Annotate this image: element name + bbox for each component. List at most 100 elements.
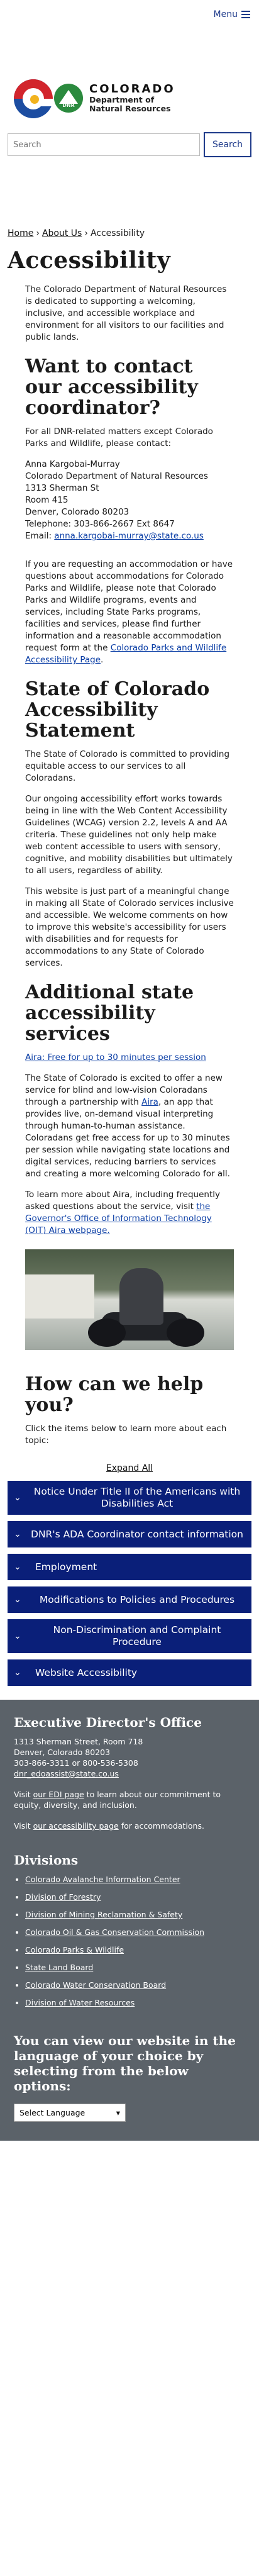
contact-name: Anna Kargobai-Murray (25, 459, 120, 469)
accordion-label: Non-Discrimination and Complaint Procedu… (53, 1624, 221, 1648)
contact-org: Colorado Department of Natural Resources (25, 471, 208, 481)
accordion-item-title-ii[interactable]: ⌄ Notice Under Title II of the Americans… (8, 1481, 251, 1515)
parks-end: . (101, 655, 104, 665)
division-link-mining[interactable]: Division of Mining Reclamation & Safety (25, 1910, 182, 1919)
additional-section: Aira: Free for up to 30 minutes per sess… (0, 1052, 259, 1237)
acc-post: for accommodations. (118, 1821, 204, 1831)
footer-edi-link[interactable]: our EDI page (33, 1790, 84, 1799)
search-button[interactable]: Search (204, 132, 251, 157)
language-select-value: Select Language (19, 2108, 85, 2117)
contact-phone: Telephone: 303-866-2667 Ext 8647 (25, 519, 175, 529)
contact-city: Denver, Colorado 80203 (25, 507, 130, 517)
statement-section: The State of Colorado is committed to pr… (0, 749, 259, 969)
chevron-down-icon: ▾ (116, 2108, 120, 2117)
contact-email-line: Email: anna.kargobai-murray@state.co.us (25, 530, 234, 542)
brand-dept-line2: Natural Resources (89, 103, 171, 113)
accordion: ⌄ Notice Under Title II of the Americans… (8, 1481, 251, 1686)
footer-edi-paragraph: Visit our EDI page to learn about our co… (14, 1789, 245, 1810)
statement-p2: Our ongoing accessibility effort works t… (25, 794, 233, 876)
search-input[interactable] (8, 133, 200, 156)
list-item: Division of Water Resources (25, 1997, 245, 2008)
parks-text: If you are requesting an accommodation o… (25, 559, 233, 653)
top-bar: Menu (0, 0, 259, 29)
footer-phones: 303-866-3311 or 800-536-5308 (14, 1758, 138, 1768)
language-select[interactable]: Select Language ▾ (14, 2104, 126, 2122)
breadcrumb-current: Accessibility (90, 228, 145, 238)
list-item: Colorado Oil & Gas Conservation Commissi… (25, 1927, 245, 1938)
breadcrumb-separator: › (36, 228, 40, 238)
chevron-down-icon: ⌄ (14, 1595, 21, 1605)
contact-section: For all DNR-related matters except Color… (0, 426, 259, 666)
aira-text-b: , an app that provides live, on-demand v… (25, 1097, 230, 1179)
breadcrumb: Home › About Us › Accessibility (0, 228, 259, 238)
oit-paragraph: To learn more about Aira, including freq… (25, 1189, 234, 1237)
help-lead: Click the items below to learn more abou… (25, 1424, 227, 1446)
accordion-label: Notice Under Title II of the Americans w… (33, 1486, 241, 1509)
wheelchair-photo (25, 1249, 234, 1350)
divisions-list: Colorado Avalanche Information Center Di… (14, 1874, 245, 2008)
list-item: Division of Mining Reclamation & Safety (25, 1909, 245, 1920)
footer-email-link[interactable]: dnr_edoassist@state.co.us (14, 1769, 119, 1778)
accordion-label: Employment (35, 1561, 97, 1573)
accordion-item-ada-coordinator[interactable]: ⌄ DNR's ADA Coordinator contact informat… (8, 1521, 251, 1547)
colorado-c-logo-icon (14, 76, 58, 120)
list-item: Division of Forestry (25, 1892, 245, 1902)
chevron-down-icon: ⌄ (14, 1529, 21, 1539)
chevron-down-icon: ⌄ (14, 1493, 21, 1503)
accordion-label: Website Accessibility (35, 1666, 138, 1678)
division-link-avalanche[interactable]: Colorado Avalanche Information Center (25, 1875, 180, 1884)
breadcrumb-home[interactable]: Home (8, 228, 33, 238)
intro-paragraph: The Colorado Department of Natural Resou… (25, 284, 227, 342)
help-heading: How can we help you? (25, 1373, 204, 1416)
contact-room: Room 415 (25, 495, 69, 505)
brand-text: COLORADO Department of Natural Resources (89, 83, 175, 113)
footer-accessibility-paragraph: Visit our accessibility page for accommo… (14, 1820, 245, 1831)
list-item: Colorado Water Conservation Board (25, 1980, 245, 1990)
aira-inline-link[interactable]: Aira (141, 1097, 158, 1107)
accordion-item-non-discrimination[interactable]: ⌄ Non-Discrimination and Complaint Proce… (8, 1619, 251, 1653)
contact-email-link[interactable]: anna.kargobai-murray@state.co.us (54, 531, 204, 541)
contact-street: 1313 Sherman St (25, 483, 99, 493)
accordion-item-modifications[interactable]: ⌄ Modifications to Policies and Procedur… (8, 1586, 251, 1613)
division-link-water-conservation[interactable]: Colorado Water Conservation Board (25, 1980, 166, 1990)
breadcrumb-about-us[interactable]: About Us (42, 228, 82, 238)
division-link-parks-wildlife[interactable]: Colorado Parks & Wildlife (25, 1945, 124, 1954)
accordion-label: Modifications to Policies and Procedures (39, 1593, 235, 1605)
division-link-oil-gas[interactable]: Colorado Oil & Gas Conservation Commissi… (25, 1927, 204, 1937)
dnr-logo-text: DNR (62, 103, 75, 108)
parks-paragraph: If you are requesting an accommodation o… (25, 559, 234, 666)
acc-pre: Visit (14, 1821, 33, 1831)
menu-button[interactable]: Menu (214, 9, 250, 20)
accordion-label: DNR's ADA Coordinator contact informatio… (31, 1528, 243, 1540)
site-logo[interactable]: DNR COLORADO Department of Natural Resou… (0, 29, 259, 130)
chevron-down-icon: ⌄ (14, 1562, 21, 1572)
edi-pre: Visit (14, 1790, 33, 1799)
hamburger-icon (241, 9, 250, 20)
division-link-land-board[interactable]: State Land Board (25, 1963, 93, 1972)
chevron-down-icon: ⌄ (14, 1668, 21, 1678)
dnr-mountain-logo-icon: DNR (54, 84, 83, 113)
list-item: Colorado Parks & Wildlife (25, 1944, 245, 1955)
footer-accessibility-link[interactable]: our accessibility page (33, 1821, 119, 1831)
accordion-item-website-accessibility[interactable]: ⌄ Website Accessibility (8, 1659, 251, 1686)
division-link-water-resources[interactable]: Division of Water Resources (25, 1998, 135, 2007)
contact-email-label: Email: (25, 531, 55, 541)
brand-state: COLORADO (89, 82, 175, 96)
aira-paragraph: The State of Colorado is excited to offe… (25, 1073, 234, 1180)
aira-link[interactable]: Aira: Free for up to 30 minutes per sess… (25, 1052, 206, 1062)
translate-title: You can view our website in the language… (14, 2033, 236, 2094)
expand-all-link[interactable]: Expand All (106, 1463, 153, 1473)
accordion-item-employment[interactable]: ⌄ Employment (8, 1554, 251, 1580)
footer-addr1: 1313 Sherman Street, Room 718 (14, 1737, 143, 1746)
division-link-forestry[interactable]: Division of Forestry (25, 1892, 101, 1902)
footer-addr2: Denver, Colorado 80203 (14, 1748, 111, 1757)
footer-divisions-title: Divisions (14, 1853, 79, 1868)
search-bar: Search (0, 132, 259, 157)
brand-dept-line1: Department of (89, 95, 155, 105)
contact-heading: Want to contact our accessibility coordi… (25, 355, 198, 419)
additional-heading: Additional state accessibility services (25, 981, 194, 1045)
site-footer: Executive Director's Office 1313 Sherman… (0, 1700, 259, 2141)
statement-heading: State of Colorado Accessibility Statemen… (25, 678, 210, 742)
chevron-down-icon: ⌄ (14, 1631, 21, 1641)
page-title: Accessibility (8, 247, 171, 274)
